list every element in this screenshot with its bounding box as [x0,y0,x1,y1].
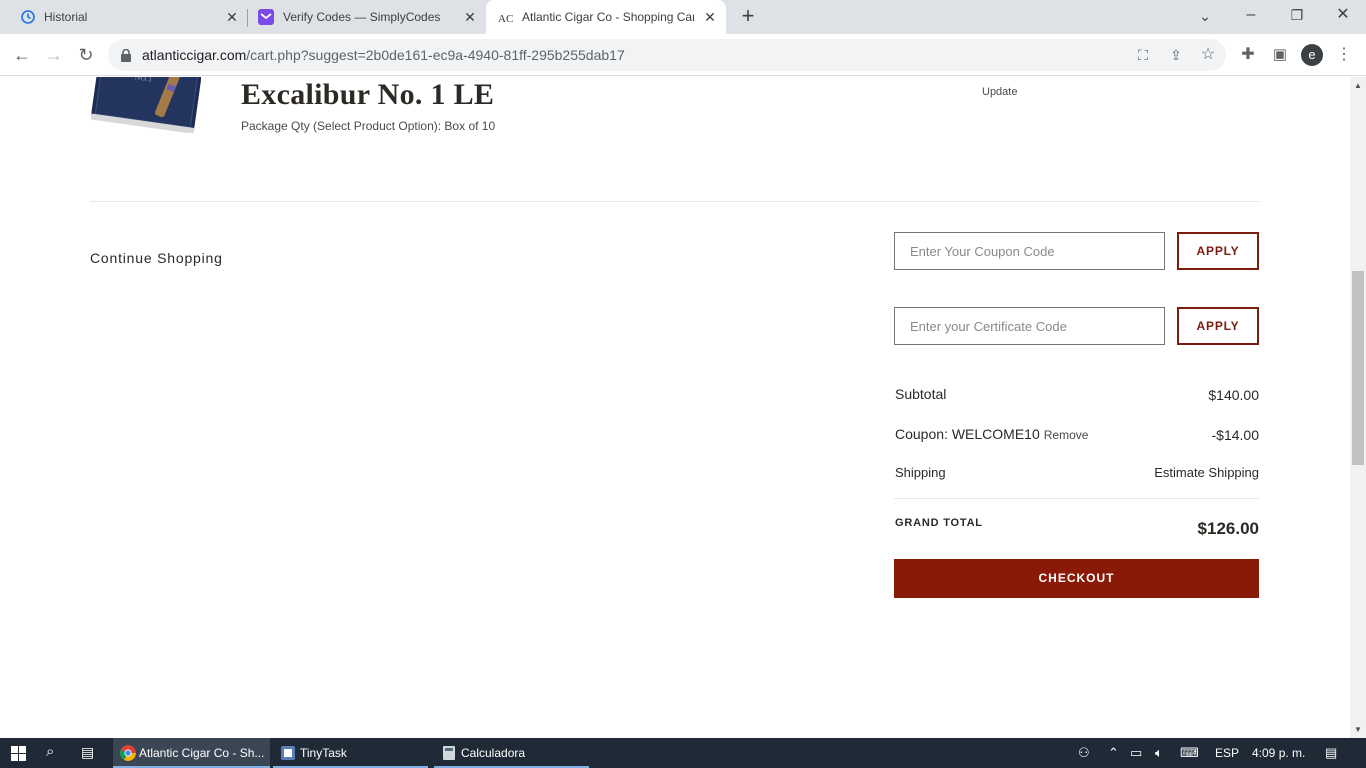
tab-simplycodes[interactable]: Verify Codes — SimplyCodes ✕ [248,0,486,34]
update-link[interactable]: Update [982,86,1017,98]
tab-title: Historial [44,10,88,24]
continue-shopping-link[interactable]: Continue Shopping [90,250,223,266]
scrollbar[interactable]: ▲ ▼ [1350,77,1366,738]
history-icon [21,10,35,24]
coupon-code-input[interactable] [894,232,1165,270]
clock[interactable]: 4:09 p. m. [1252,746,1305,760]
browser-toolbar: ← → ↻ atlanticcigar.com/cart.php?suggest… [0,34,1366,76]
scrollbar-thumb[interactable] [1352,271,1364,465]
calculator-icon [443,746,455,760]
remove-coupon-link[interactable]: Remove [1044,428,1089,442]
page-content: NO.1 Excalibur No. 1 LE Package Qty (Sel… [0,77,1350,738]
url-text[interactable]: atlanticcigar.com/cart.php?suggest=2b0de… [142,47,625,63]
close-tab-icon[interactable]: ✕ [462,9,478,25]
apply-certificate-button[interactable]: APPLY [1177,307,1259,345]
taskbar-item-calculadora[interactable]: Calculadora [434,738,589,768]
volume-icon[interactable]: 🔈︎ [1155,745,1163,761]
forward-icon[interactable]: → [41,42,67,68]
show-hidden-icons-icon[interactable]: ⌃ [1108,745,1119,761]
grand-total-value: $126.00 [1197,519,1259,538]
coupon-label: Coupon: WELCOME10 [895,426,1040,442]
people-icon[interactable]: ⚇ [1078,745,1090,761]
network-icon[interactable]: ▭ [1130,745,1142,761]
windows-taskbar: ⌕ ▤ Atlantic Cigar Co - Sh... TinyTask C… [0,738,1366,768]
checkout-button[interactable]: CHECKOUT [894,559,1259,598]
taskbar-item-chrome[interactable]: Atlantic Cigar Co - Sh... [113,738,270,768]
lock-icon[interactable] [120,49,132,62]
product-image[interactable]: NO.1 [91,77,201,133]
search-icon[interactable]: ⌕ [46,743,54,760]
close-tab-icon[interactable]: ✕ [702,9,718,25]
address-bar[interactable]: atlanticcigar.com/cart.php?suggest=2b0de… [108,39,1226,71]
reload-icon[interactable]: ↻ [73,42,99,68]
taskbar-item-tinytask[interactable]: TinyTask [273,738,428,768]
bookmark-star-icon[interactable]: ☆ [1195,42,1221,68]
profile-avatar[interactable]: e [1301,44,1323,66]
tab-search-icon[interactable]: ⌄ [1192,3,1218,29]
tab-title: Atlantic Cigar Co - Shopping Car [522,10,694,24]
keyboard-icon[interactable]: ⌨ [1180,745,1199,761]
tab-title: Verify Codes — SimplyCodes [283,10,441,24]
subtotal-label: Subtotal [895,386,947,402]
notifications-icon[interactable]: ▤ [1325,745,1337,761]
subtotal-value: $140.00 [1208,387,1259,403]
tab-atlantic-cigar[interactable]: AC Atlantic Cigar Co - Shopping Car ✕ [486,0,726,34]
minimize-icon[interactable]: – [1238,2,1264,28]
estimate-shipping-link[interactable]: Estimate Shipping [1154,465,1259,480]
tab-strip: Historial ✕ Verify Codes — SimplyCodes ✕… [0,0,1366,34]
taskbar-item-label: TinyTask [300,746,347,760]
grand-total-label: GRAND TOTAL [895,517,983,529]
language-indicator[interactable]: ESP [1215,746,1239,760]
translate-icon[interactable]: ⛶ [1130,42,1156,68]
task-view-icon[interactable]: ▤ [81,744,94,761]
simplycodes-icon [258,9,274,25]
coupon-discount-value: -$14.00 [1211,427,1259,443]
url-host: atlanticcigar.com [142,47,247,63]
share-icon[interactable]: ⇪ [1163,42,1189,68]
taskbar-item-label: Atlantic Cigar Co - Sh... [139,746,265,760]
certificate-code-input[interactable] [894,307,1165,345]
product-option: Package Qty (Select Product Option): Box… [241,119,496,133]
chrome-icon [120,745,136,761]
side-panel-icon[interactable]: ▣ [1267,42,1293,68]
taskbar-item-label: Calculadora [461,746,526,760]
close-window-icon[interactable]: ✕ [1330,2,1356,28]
apply-coupon-button[interactable]: APPLY [1177,232,1259,270]
divider [90,201,1260,202]
divider [894,498,1259,499]
svg-text:AC: AC [498,13,513,25]
new-tab-icon[interactable]: + [735,3,761,29]
close-tab-icon[interactable]: ✕ [224,9,240,25]
shipping-label: Shipping [895,465,946,480]
url-path: /cart.php?suggest=2b0de161-ec9a-4940-81f… [246,47,625,63]
windows-start-icon[interactable] [11,746,26,761]
restore-icon[interactable]: ❐ [1284,2,1310,28]
tab-historial[interactable]: Historial ✕ [8,0,246,34]
scroll-down-icon[interactable]: ▼ [1354,725,1362,734]
scroll-up-icon[interactable]: ▲ [1354,81,1362,90]
product-name[interactable]: Excalibur No. 1 LE [241,78,494,112]
tinytask-icon [281,746,295,760]
atlantic-cigar-icon: AC [497,9,513,25]
back-icon[interactable]: ← [9,42,35,68]
extensions-icon[interactable]: ✚ [1235,42,1261,68]
menu-icon[interactable]: ⋮ [1331,42,1357,68]
coupon-row: Coupon: WELCOME10 Remove [895,426,1088,442]
